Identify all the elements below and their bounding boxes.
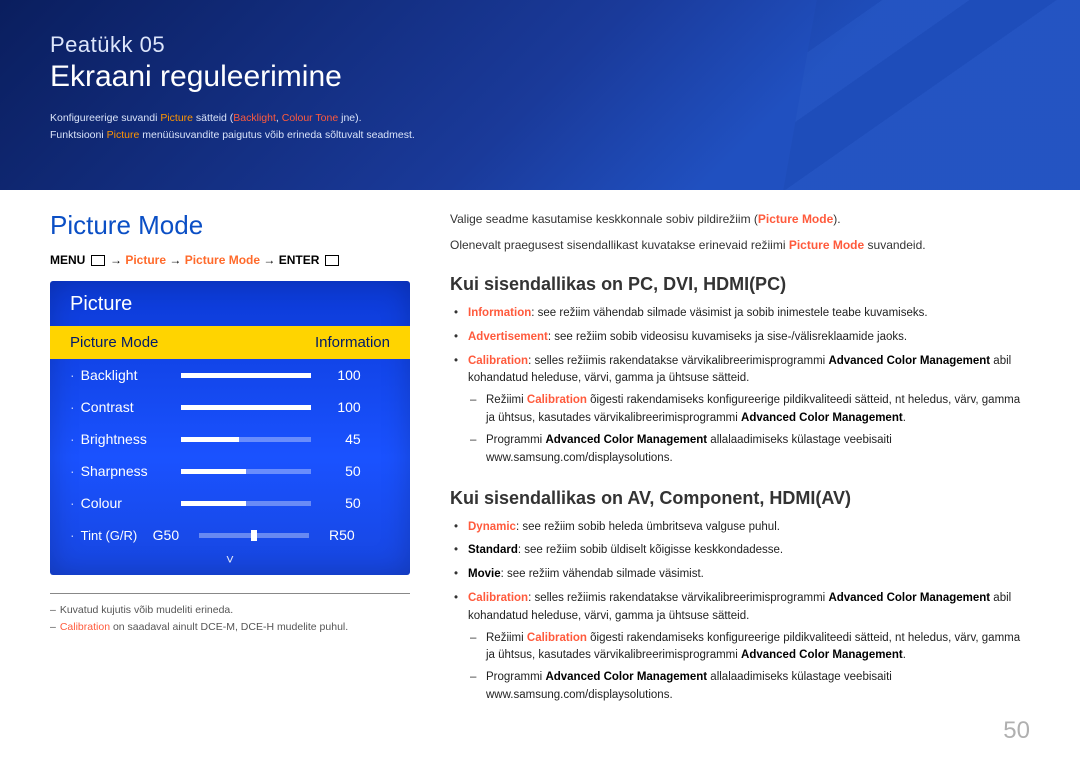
osd-row-brightness[interactable]: ·Brightness 45 [50,423,410,455]
footnote-1: ‒Kuvatud kujutis võib mudeliti erineda. [50,602,410,619]
list-item: Standard: see režiim sobib üldiselt kõig… [450,542,1030,560]
sub-item: Programmi Advanced Color Management alla… [468,669,1030,705]
chapter-label: Peatükk 05 [50,32,1030,58]
footnote-2: ‒Calibration on saadaval ainult DCE-M, D… [50,619,410,636]
sub-item: Režiimi Calibration õigesti rakendamisek… [468,630,1030,666]
menu-icon [91,255,105,266]
list-item: Dynamic: see režiim sobib heleda ümbrits… [450,519,1030,537]
left-column: Picture Mode MENU → Picture → Picture Mo… [50,210,410,711]
chapter-title: Ekraani reguleerimine [50,60,1030,94]
enter-icon [325,255,339,266]
list-item: Calibration: selles režiimis rakendataks… [450,590,1030,705]
osd-row-tint[interactable]: ·Tint (G/R) G50 R50 [50,519,410,551]
osd-row-backlight[interactable]: ·Backlight 100 [50,359,410,391]
list-item: Movie: see režiim vähendab silmade väsim… [450,566,1030,584]
sub-item: Programmi Advanced Color Management alla… [468,432,1030,468]
slider[interactable] [181,501,311,506]
osd-selected-label: Picture Mode [70,334,158,351]
osd-selected-row[interactable]: Picture Mode Information [50,326,410,359]
subheading-pc: Kui sisendallikas on PC, DVI, HDMI(PC) [450,274,1030,295]
page-content: Picture Mode MENU → Picture → Picture Mo… [0,190,1080,741]
osd-menu: Picture Picture Mode Information ·Backli… [50,281,410,575]
chevron-down-icon[interactable]: ˅ [50,551,410,569]
right-column: Valige seadme kasutamise keskkonnale sob… [450,210,1030,711]
lead-text-1: Valige seadme kasutamise keskkonnale sob… [450,210,1030,228]
slider[interactable] [181,405,311,410]
list-item: Calibration: selles režiimis rakendataks… [450,353,1030,468]
list-item: Advertisement: see režiim sobib videosis… [450,329,1030,347]
banner-line-1: Konfigureerige suvandi Picture sätteid (… [50,110,1030,127]
lead-text-2: Olenevalt praegusest sisendallikast kuva… [450,236,1030,254]
osd-row-sharpness[interactable]: ·Sharpness 50 [50,455,410,487]
av-list: Dynamic: see režiim sobib heleda ümbrits… [450,519,1030,705]
osd-title: Picture [50,281,410,326]
subheading-av: Kui sisendallikas on AV, Component, HDMI… [450,488,1030,509]
pc-list: Information: see režiim vähendab silmade… [450,305,1030,468]
sub-item: Režiimi Calibration õigesti rakendamisek… [468,392,1030,428]
section-title: Picture Mode [50,210,410,241]
osd-selected-value: Information [315,334,390,351]
chapter-banner: Peatükk 05 Ekraani reguleerimine Konfigu… [0,0,1080,190]
slider[interactable] [181,437,311,442]
osd-row-colour[interactable]: ·Colour 50 [50,487,410,519]
osd-row-contrast[interactable]: ·Contrast 100 [50,391,410,423]
slider[interactable] [181,373,311,378]
menu-path: MENU → Picture → Picture Mode → ENTER [50,253,410,267]
page-number: 50 [1003,717,1030,745]
divider [50,593,410,594]
slider[interactable] [181,469,311,474]
banner-line-2: Funktsiooni Picture menüüsuvandite paigu… [50,127,1030,144]
tint-slider[interactable] [199,533,309,538]
list-item: Information: see režiim vähendab silmade… [450,305,1030,323]
